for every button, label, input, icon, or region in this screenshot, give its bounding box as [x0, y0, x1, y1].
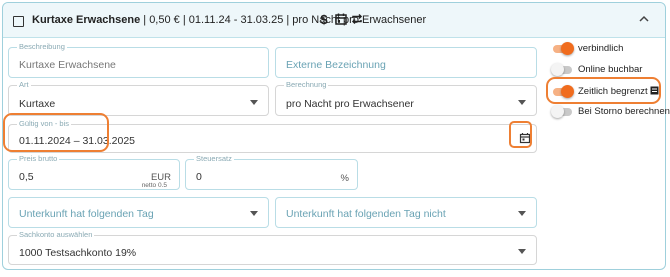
- fee-summary: | 0,50 € | 01.11.24 - 31.03.25 | pro Nac…: [140, 14, 427, 26]
- verbindlich-toggle[interactable]: [553, 42, 574, 55]
- toggle-knob: [551, 63, 564, 76]
- online-buchbar-label: Online buchbar: [578, 64, 643, 75]
- select-checkbox[interactable]: [13, 16, 24, 27]
- netto-hint: netto 0.5: [141, 182, 167, 189]
- unterkunft-tag-dropdown-icon[interactable]: [250, 211, 258, 216]
- preis-brutto-label: Preis brutto: [17, 154, 60, 164]
- beschreibung-field[interactable]: Beschreibung Kurtaxe Erwachsene: [8, 42, 269, 78]
- externe-bezeichnung-placeholder: Externe Bezeichnung: [286, 59, 386, 71]
- preis-brutto-value: 0,5: [19, 171, 34, 183]
- unterkunft-tag-nicht-placeholder: Unterkunft hat folgenden Tag nicht: [286, 208, 446, 220]
- beschreibung-label: Beschreibung: [17, 42, 67, 52]
- highlight-date-picker: [509, 121, 532, 148]
- bei-storno-toggle[interactable]: [551, 105, 572, 118]
- art-select[interactable]: Art Kurtaxe: [8, 80, 269, 116]
- panel-header-title: Kurtaxe Erwachsene | 0,50 € | 01.11.24 -…: [32, 14, 426, 26]
- highlight-gueltig-field: [3, 113, 109, 152]
- unterkunft-tag-placeholder: Unterkunft hat folgenden Tag: [19, 208, 154, 220]
- unterkunft-tag-nicht-dropdown-icon[interactable]: [518, 211, 526, 216]
- berechnung-label: Berechnung: [284, 80, 329, 90]
- sachkonto-label: Sachkonto auswählen: [17, 230, 95, 240]
- steuersatz-value: 0: [196, 171, 202, 183]
- unterkunft-tag-nicht-select[interactable]: Unterkunft hat folgenden Tag nicht: [275, 197, 537, 228]
- sachkonto-dropdown-icon[interactable]: [518, 249, 526, 254]
- online-buchbar-toggle[interactable]: [551, 63, 572, 76]
- bei-storno-label: Bei Storno berechnen: [578, 106, 670, 117]
- fee-name: Kurtaxe Erwachsene: [32, 14, 141, 26]
- sachkonto-select[interactable]: Sachkonto auswählen 1000 Testsachkonto 1…: [8, 230, 537, 265]
- art-dropdown-icon[interactable]: [250, 100, 258, 105]
- unterkunft-tag-select[interactable]: Unterkunft hat folgenden Tag: [8, 197, 269, 228]
- panel-header[interactable]: Kurtaxe Erwachsene | 0,50 € | 01.11.24 -…: [3, 3, 665, 38]
- calendar-icon[interactable]: [334, 12, 348, 26]
- steuersatz-label: Steuersatz: [194, 154, 234, 164]
- art-value: Kurtaxe: [19, 98, 56, 110]
- berechnung-dropdown-icon[interactable]: [518, 100, 526, 105]
- berechnung-value: pro Nacht pro Erwachsener: [286, 98, 414, 110]
- svg-text:$: $: [320, 12, 328, 26]
- preis-brutto-field[interactable]: Preis brutto 0,5 EUR netto 0.5: [8, 154, 180, 190]
- externe-bezeichnung-field[interactable]: Externe Bezeichnung: [275, 47, 537, 78]
- berechnung-select[interactable]: Berechnung pro Nacht pro Erwachsener: [275, 80, 537, 116]
- repeat-icon[interactable]: [350, 12, 364, 26]
- steuersatz-field[interactable]: Steuersatz 0 %: [185, 154, 358, 190]
- toggle-knob: [551, 105, 564, 118]
- toggle-knob: [561, 42, 574, 55]
- art-label: Art: [17, 80, 31, 90]
- verbindlich-label: verbindlich: [578, 43, 624, 54]
- percent-suffix: %: [340, 173, 349, 184]
- sachkonto-value: 1000 Testsachkonto 19%: [19, 247, 137, 259]
- beschreibung-value: Kurtaxe Erwachsene: [19, 59, 116, 71]
- highlight-zeitlich-begrenzt: [546, 77, 661, 104]
- dollar-icon[interactable]: $: [317, 12, 331, 26]
- chevron-up-icon[interactable]: [637, 12, 651, 26]
